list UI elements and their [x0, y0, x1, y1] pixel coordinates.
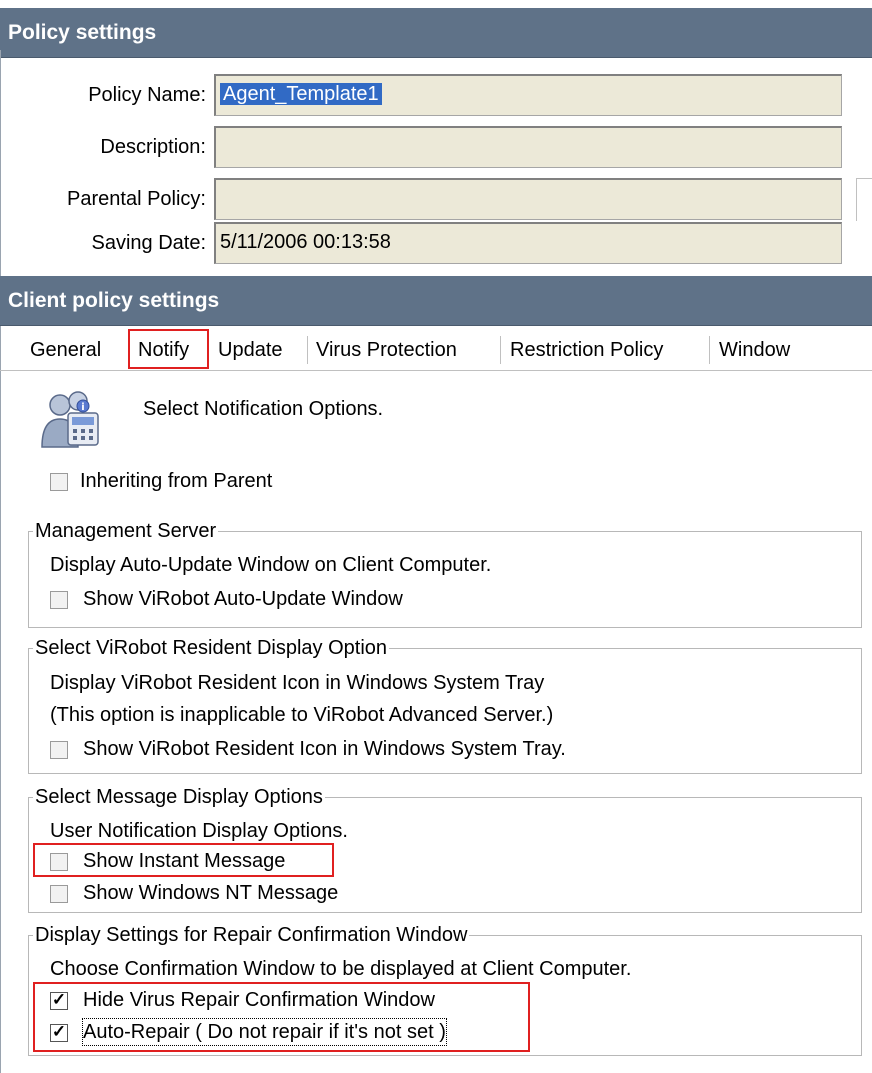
notify-tab-highlight — [128, 329, 209, 369]
saving-date-field: 5/11/2006 00:13:58 — [214, 222, 842, 264]
tab-general[interactable]: General — [30, 330, 101, 370]
management-server-group: Management Server — [28, 518, 862, 628]
show-auto-update-label[interactable]: Show ViRobot Auto-Update Window — [83, 586, 403, 612]
tab-window[interactable]: Window — [719, 330, 790, 370]
group-legend: Management Server — [33, 518, 219, 544]
description-label: Description: — [100, 136, 206, 158]
notify-title: Select Notification Options. — [143, 398, 384, 420]
group-description: User Notification Display Options. — [50, 820, 348, 842]
svg-text:i: i — [81, 402, 84, 413]
tab-separator — [709, 336, 710, 364]
show-nt-message-checkbox[interactable] — [50, 885, 68, 903]
group-description: Choose Confirmation Window to be display… — [50, 958, 632, 980]
instant-message-highlight — [33, 843, 334, 877]
tab-update[interactable]: Update — [218, 330, 283, 370]
policy-name-input[interactable]: Agent_Template1 — [214, 74, 842, 116]
policy-name-value: Agent_Template1 — [220, 83, 382, 105]
group-description: Display ViRobot Resident Icon in Windows… — [50, 672, 545, 694]
repair-options-highlight — [33, 982, 530, 1052]
tab-restriction-policy[interactable]: Restriction Policy — [510, 330, 663, 370]
policy-name-label: Policy Name: — [88, 84, 206, 106]
description-input[interactable] — [214, 126, 842, 168]
policy-settings-header: Policy settings — [0, 8, 872, 58]
notification-options-icon: i — [38, 391, 104, 451]
group-description: Display Auto-Update Window on Client Com… — [50, 554, 492, 576]
inherit-checkbox[interactable] — [50, 473, 68, 491]
parental-policy-input[interactable] — [214, 178, 842, 220]
tab-virus-protection[interactable]: Virus Protection — [316, 330, 457, 370]
parental-policy-browse-button[interactable] — [856, 178, 872, 221]
client-policy-settings-header: Client policy settings — [0, 276, 872, 326]
show-nt-message-label[interactable]: Show Windows NT Message — [83, 880, 338, 906]
show-resident-icon-label[interactable]: Show ViRobot Resident Icon in Windows Sy… — [83, 736, 566, 762]
group-legend: Select Message Display Options — [33, 784, 325, 810]
group-legend: Display Settings for Repair Confirmation… — [33, 922, 470, 948]
group-note: (This option is inapplicable to ViRobot … — [50, 704, 554, 726]
inherit-label[interactable]: Inheriting from Parent — [80, 468, 272, 494]
tab-separator — [307, 336, 308, 364]
group-legend: Select ViRobot Resident Display Option — [33, 635, 390, 661]
parental-policy-label: Parental Policy: — [67, 188, 206, 210]
tab-separator — [500, 336, 501, 364]
left-border — [0, 50, 1, 1073]
show-auto-update-checkbox[interactable] — [50, 591, 68, 609]
saving-date-label: Saving Date: — [91, 232, 206, 254]
show-resident-icon-checkbox[interactable] — [50, 741, 68, 759]
